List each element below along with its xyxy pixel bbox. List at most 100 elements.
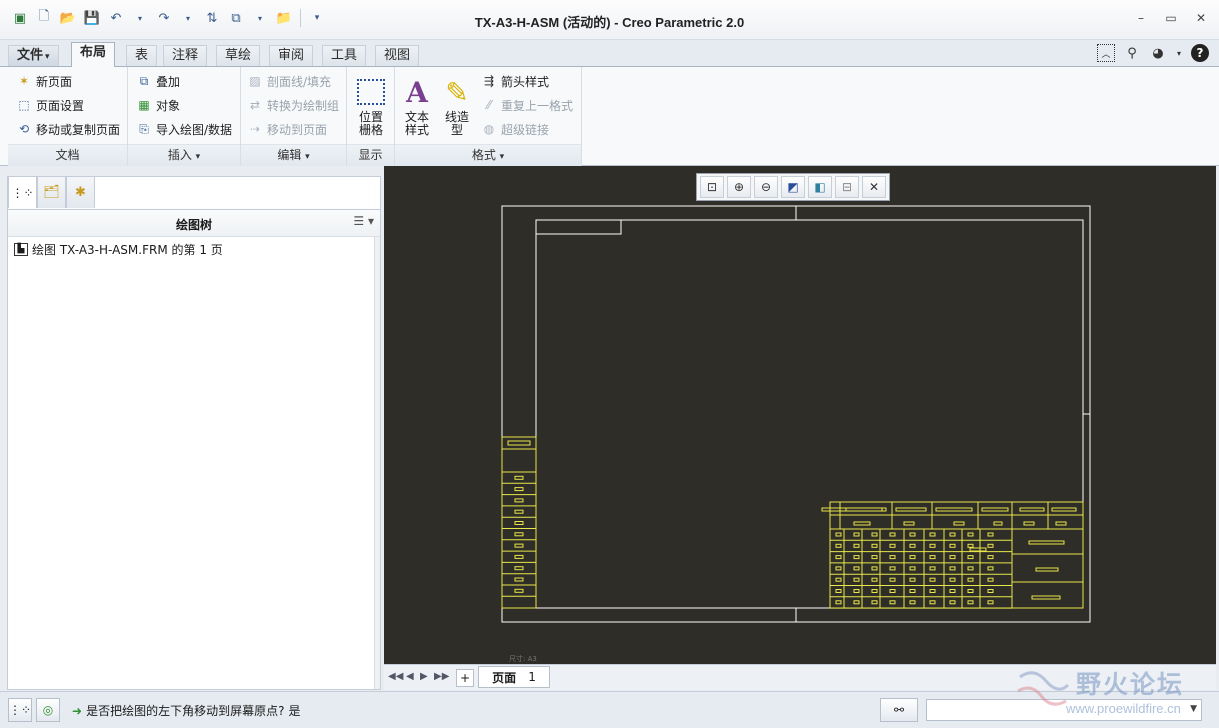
title-block-cell-mark bbox=[987, 577, 994, 582]
redo-dropdown-icon[interactable]: ▾ bbox=[178, 8, 198, 28]
overlay-button[interactable]: ⧉ 叠加 bbox=[136, 71, 180, 91]
title-block-text-mark bbox=[895, 507, 927, 512]
arrow-style-button[interactable]: ⇶ 箭头样式 bbox=[481, 71, 549, 91]
selection-filter[interactable]: ▼ bbox=[926, 699, 1202, 721]
page-tab-1[interactable]: 页面 1 bbox=[478, 666, 550, 688]
move-to-page-button[interactable]: ⇢ 移动到页面 bbox=[247, 119, 327, 139]
windows-dropdown-icon[interactable]: ▾ bbox=[250, 8, 270, 28]
page-setup-button[interactable]: ⬚ 页面设置 bbox=[16, 95, 84, 115]
position-grid-button[interactable]: 位置栅格 bbox=[351, 73, 391, 137]
close-window-folder-icon[interactable]: 📁 bbox=[274, 8, 294, 28]
tab-sketch[interactable]: 草绘 bbox=[216, 45, 261, 66]
title-block-text-mark bbox=[853, 521, 871, 526]
windows-icon[interactable]: ⧉ bbox=[226, 8, 246, 28]
new-page-button[interactable]: ✶ 新页面 bbox=[16, 71, 72, 91]
tab-layout[interactable]: 布局 bbox=[71, 42, 116, 67]
open-folder-icon[interactable]: 📂 bbox=[58, 8, 78, 28]
title-block-cell-mark bbox=[949, 566, 956, 571]
convert-group-button[interactable]: ⇄ 转换为绘制组 bbox=[247, 95, 339, 115]
title-block-text-mark bbox=[1031, 595, 1061, 600]
repaint-icon[interactable]: ◩ bbox=[781, 176, 805, 198]
text-style-button[interactable]: A 文本样式 bbox=[397, 73, 437, 137]
app-icon[interactable]: ▣ bbox=[10, 8, 30, 28]
add-page-button[interactable]: + bbox=[456, 669, 474, 687]
folder-browser-tab-icon[interactable]: 🗂 bbox=[37, 176, 66, 208]
prev-page-icon[interactable]: ◀ bbox=[406, 671, 414, 682]
line-style-button[interactable]: ✎ 线造型 bbox=[437, 73, 477, 137]
move-copy-page-button[interactable]: ⟲ 移动或复制页面 bbox=[16, 119, 120, 139]
tab-view[interactable]: 视图 bbox=[375, 45, 420, 66]
title-block bbox=[821, 501, 1084, 609]
title-block-cell-mark bbox=[889, 555, 896, 560]
title-block-cell-mark bbox=[909, 600, 916, 605]
minimize-ribbon-icon[interactable]: ︿ bbox=[1097, 44, 1115, 62]
customize-toolbar-icon[interactable]: ▾ bbox=[307, 8, 327, 28]
undo-icon[interactable]: ↶ bbox=[106, 8, 126, 28]
title-block-cell-mark bbox=[853, 566, 860, 571]
title-block-cell-mark bbox=[853, 589, 860, 593]
next-page-icon[interactable]: ▶ bbox=[420, 671, 428, 682]
inner-frame bbox=[535, 219, 1084, 609]
community-icon[interactable]: ◕ bbox=[1149, 44, 1167, 62]
hatch-icon: ▨ bbox=[249, 74, 261, 88]
hatch-fill-button[interactable]: ▨ 剖面线/填充 bbox=[247, 71, 331, 91]
import-icon: ⎘ bbox=[139, 121, 149, 136]
first-page-icon[interactable]: ◀◀ bbox=[388, 671, 403, 682]
title-block-cell-mark bbox=[949, 543, 956, 548]
display-style-icon[interactable]: ◧ bbox=[808, 176, 832, 198]
repeat-format-button[interactable]: ⁄⁄ 重复上一格式 bbox=[481, 95, 573, 115]
chevron-down-icon: ▾ bbox=[499, 152, 505, 162]
title-block-cell-mark bbox=[987, 543, 994, 548]
maximize-icon[interactable]: ▭ bbox=[1163, 10, 1179, 26]
tab-file[interactable]: 文件 ▾ bbox=[8, 45, 59, 66]
undo-dropdown-icon[interactable]: ▾ bbox=[130, 8, 150, 28]
title-block-cell-mark bbox=[835, 543, 842, 548]
minimize-icon[interactable]: – bbox=[1133, 10, 1149, 26]
refit-icon[interactable]: ⊡ bbox=[700, 176, 724, 198]
hyperlink-button[interactable]: ◍ 超级链接 bbox=[481, 119, 549, 139]
side-row-code bbox=[514, 566, 524, 571]
show-browser-icon[interactable]: ◎ bbox=[36, 698, 60, 722]
group-format-text: 格式 bbox=[471, 148, 496, 162]
title-block-cell-mark bbox=[853, 532, 860, 537]
side-column-rows bbox=[502, 471, 536, 597]
group-format-label[interactable]: 格式 ▾ bbox=[395, 144, 581, 166]
regenerate-icon[interactable]: ⇅ bbox=[202, 8, 222, 28]
tree-settings-icon[interactable]: ☰ ▾ bbox=[353, 214, 374, 228]
title-block-cell-mark bbox=[871, 555, 878, 560]
import-drawing-button[interactable]: ⎘ 导入绘图/数据 bbox=[136, 119, 232, 139]
show-navigator-icon[interactable]: ⋮⁘ bbox=[8, 698, 32, 722]
zoom-in-icon[interactable]: ⊕ bbox=[727, 176, 751, 198]
tab-table[interactable]: 表 bbox=[126, 45, 158, 66]
side-row-code bbox=[514, 521, 524, 525]
search-icon[interactable]: ⚲ bbox=[1123, 44, 1141, 62]
save-icon[interactable]: 💾 bbox=[82, 8, 102, 28]
close-icon[interactable]: ✕ bbox=[1193, 10, 1209, 26]
quick-access-toolbar: ▣ 🗋 📂 💾 ↶ ▾ ↷ ▾ ⇅ ⧉ ▾ 📁 ▾ bbox=[10, 8, 327, 28]
tab-tools[interactable]: 工具 bbox=[322, 45, 367, 66]
object-button[interactable]: ▦ 对象 bbox=[136, 95, 180, 115]
tab-review[interactable]: 审阅 bbox=[269, 45, 314, 66]
panel-scrollbar[interactable] bbox=[374, 237, 380, 689]
drawing-tree-tab-icon[interactable]: ⋮⁘ bbox=[8, 176, 37, 208]
tab-annotate[interactable]: 注释 bbox=[163, 45, 208, 66]
group-insert-label[interactable]: 插入 ▾ bbox=[128, 144, 240, 166]
zoom-out-icon[interactable]: ⊖ bbox=[754, 176, 778, 198]
datum-display-icon[interactable]: ✕ bbox=[862, 176, 886, 198]
title-block-cell-mark bbox=[871, 577, 878, 582]
group-edit-label[interactable]: 编辑 ▾ bbox=[241, 144, 346, 166]
new-file-icon[interactable]: 🗋 bbox=[34, 8, 54, 28]
tree-item-sheet[interactable]: ▙ 绘图 TX-A3-H-ASM.FRM 的第 1 页 bbox=[14, 241, 223, 258]
graphics-window[interactable]: ⊡ ⊕ ⊖ ◩ ◧ ⊟ ✕ 尺寸: A3 bbox=[384, 166, 1216, 664]
help-icon[interactable]: ? bbox=[1191, 44, 1209, 62]
title-block-cell-mark bbox=[949, 577, 956, 582]
favorites-tab-icon[interactable]: ✱ bbox=[66, 176, 95, 208]
last-page-icon[interactable]: ▶▶ bbox=[434, 671, 449, 682]
redo-icon[interactable]: ↷ bbox=[154, 8, 174, 28]
arrow-style-label: 箭头样式 bbox=[501, 74, 550, 89]
tab-view-label: 视图 bbox=[384, 48, 411, 63]
annotation-display-icon[interactable]: ⊟ bbox=[835, 176, 859, 198]
title-block-cell-mark bbox=[909, 532, 916, 537]
find-icon[interactable]: ⚯ bbox=[880, 698, 918, 722]
community-dropdown-icon[interactable]: ▾ bbox=[1175, 44, 1183, 62]
